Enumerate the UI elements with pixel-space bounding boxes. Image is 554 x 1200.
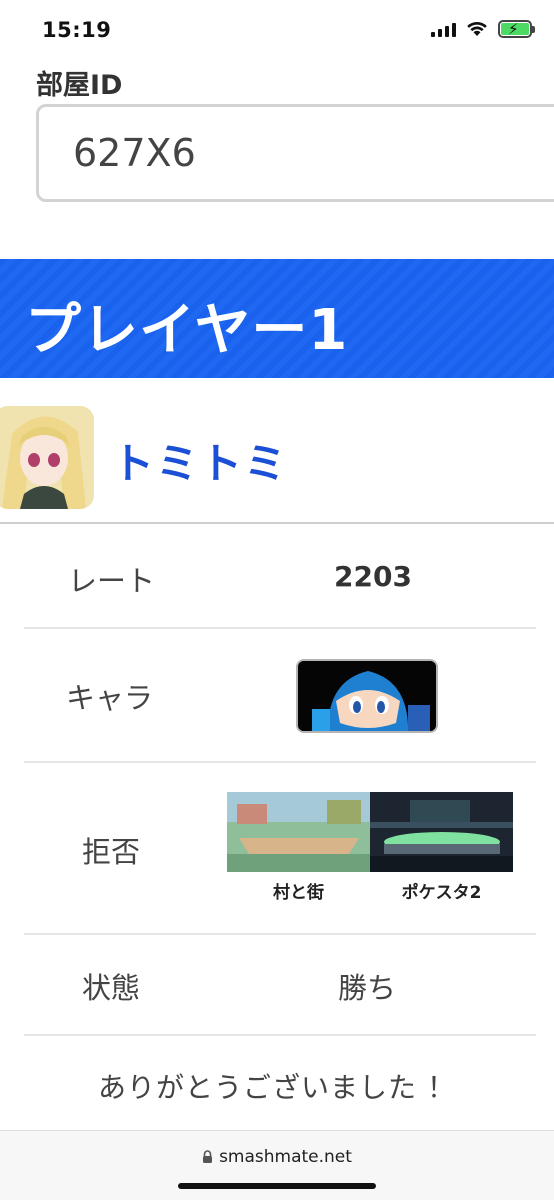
stage-name: ポケスタ2 bbox=[401, 883, 482, 903]
room-id-field[interactable] bbox=[36, 104, 554, 202]
reject-label: 拒否 bbox=[82, 835, 141, 869]
thanks-message: ありがとうございました ！ bbox=[98, 1071, 456, 1104]
status-time: 15:19 bbox=[42, 18, 112, 42]
player-header: プレイヤー1 bbox=[0, 259, 554, 378]
character-icon[interactable] bbox=[296, 659, 438, 733]
player-title: プレイヤー1 bbox=[25, 298, 349, 363]
status-icons: ⚡ bbox=[431, 20, 535, 38]
rate-value: 2203 bbox=[334, 560, 412, 593]
rate-label: レート bbox=[68, 564, 156, 598]
stage-image-smashville[interactable] bbox=[227, 792, 370, 872]
cellular-signal-icon bbox=[431, 21, 456, 37]
state-value: 勝ち bbox=[338, 971, 397, 1005]
rate-row: レート 2203 bbox=[24, 524, 536, 629]
lock-icon bbox=[203, 1150, 213, 1163]
browser-url-bar[interactable]: smashmate.net bbox=[0, 1130, 554, 1200]
character-label: キャラ bbox=[66, 681, 154, 715]
player-name-link[interactable]: トミトミ bbox=[112, 430, 288, 491]
battery-charging-icon: ⚡ bbox=[498, 20, 535, 38]
stage-name: 村と街 bbox=[273, 883, 324, 903]
avatar[interactable] bbox=[0, 406, 94, 509]
url-text: smashmate.net bbox=[219, 1147, 352, 1167]
wifi-icon bbox=[467, 21, 487, 36]
stage-image-pokemon-stadium-2[interactable] bbox=[370, 792, 513, 872]
state-row: 状態 勝ち bbox=[24, 935, 536, 1036]
character-row: キャラ bbox=[24, 629, 536, 763]
state-label: 状態 bbox=[82, 971, 141, 1005]
url-display[interactable]: smashmate.net bbox=[0, 1147, 554, 1167]
room-id-label: 部屋ID bbox=[36, 70, 123, 101]
player-profile: トミトミ bbox=[0, 378, 554, 524]
status-bar: 15:19 ⚡ bbox=[0, 0, 554, 64]
home-indicator[interactable] bbox=[178, 1183, 376, 1189]
reject-row: 拒否 村と街 ポケスタ2 bbox=[24, 763, 536, 935]
